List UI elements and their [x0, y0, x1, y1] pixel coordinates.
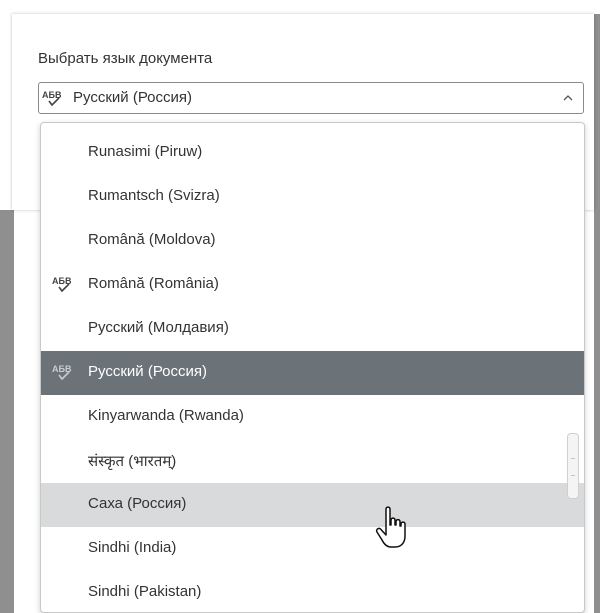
overlay-dim-left: [0, 210, 14, 613]
language-dropdown-list[interactable]: Runasimi (Piruw) Rumantsch (Svizra) Română…: [40, 122, 585, 613]
spellcheck-abc-icon: АБВ: [52, 276, 72, 293]
dialog-label: Выбрать язык документа: [38, 50, 213, 67]
chevron-up-icon[interactable]: [561, 91, 575, 105]
language-option-label: Sindhi (Pakistan): [88, 583, 202, 600]
scrollbar-grip: [571, 458, 575, 476]
language-option[interactable]: Română (Moldova): [41, 219, 584, 263]
language-option[interactable]: Русский (Молдавия): [41, 307, 584, 351]
language-select[interactable]: АБВ Русский (Россия): [38, 82, 584, 114]
language-option-label: Română (Moldova): [88, 231, 216, 248]
hand-pointer-icon: [375, 506, 406, 548]
language-option[interactable]: Саха (Россия): [41, 483, 584, 527]
language-option[interactable]: Rumantsch (Svizra): [41, 175, 584, 219]
scrollbar-thumb[interactable]: [567, 433, 579, 499]
language-option[interactable]: АБВ Română (România): [41, 263, 584, 307]
language-option-label: Русский (Россия): [88, 363, 208, 380]
language-option[interactable]: Sindhi (Pakistan): [41, 571, 584, 612]
spellcheck-abc-icon: АБВ: [52, 364, 72, 381]
language-option-label: Runasimi (Piruw): [88, 143, 203, 160]
language-option-label: Саха (Россия): [88, 495, 187, 512]
language-option-label: Sindhi (India): [88, 539, 177, 556]
language-option[interactable]: Kinyarwanda (Rwanda): [41, 395, 584, 439]
language-option-label: Kinyarwanda (Rwanda): [88, 407, 244, 424]
language-option-label: संस्कृत (भारतम्): [88, 453, 177, 470]
language-option-label: Rumantsch (Svizra): [88, 187, 220, 204]
spellcheck-abc-icon: АБВ: [42, 90, 62, 107]
language-option-label: Русский (Молдавия): [88, 319, 229, 336]
overlay-dim-right: [594, 14, 600, 613]
language-option-label: Română (România): [88, 275, 219, 292]
language-option[interactable]: АБВ Русский (Россия): [41, 351, 584, 395]
language-option[interactable]: Sindhi (India): [41, 527, 584, 571]
select-value: Русский (Россия): [73, 89, 193, 106]
language-option[interactable]: Runasimi (Piruw): [41, 131, 584, 175]
language-option[interactable]: संस्कृत (भारतम्): [41, 439, 584, 483]
